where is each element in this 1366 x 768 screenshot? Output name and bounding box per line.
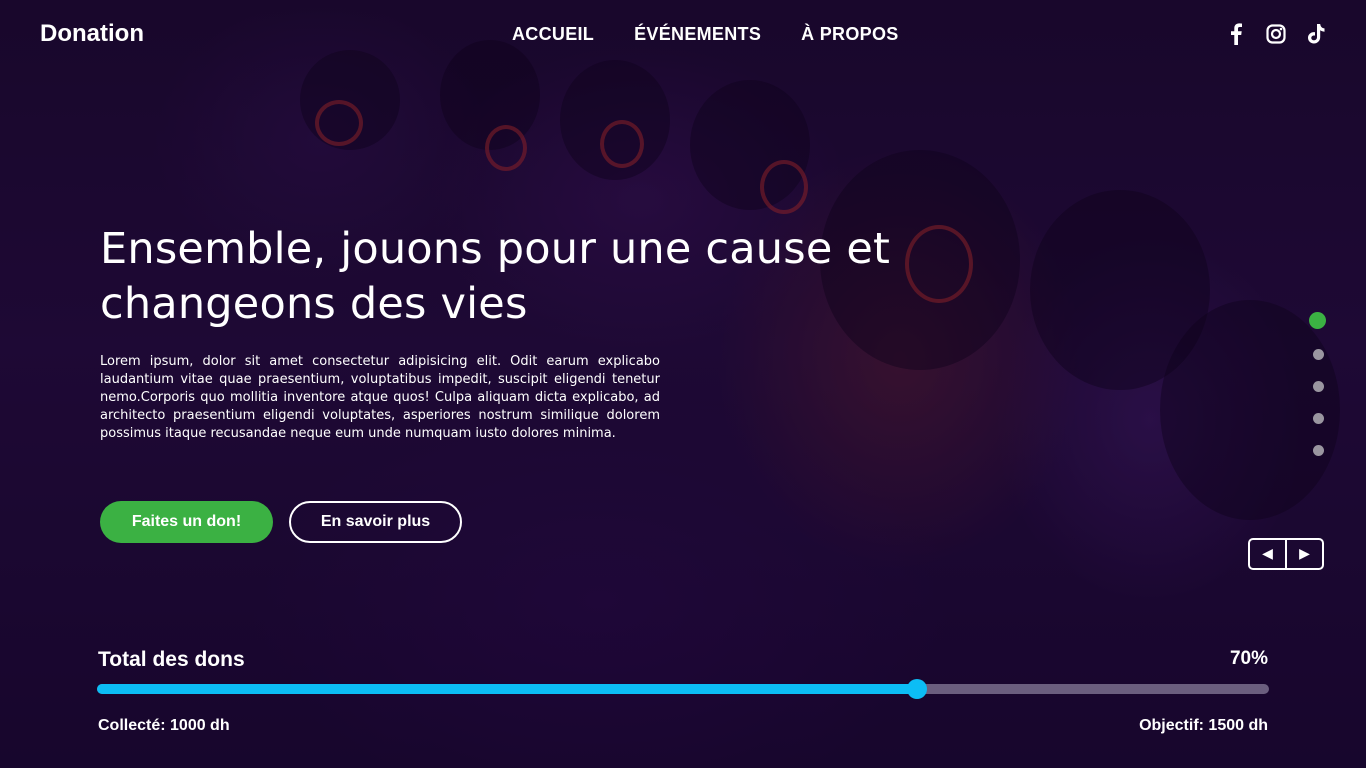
facebook-icon[interactable] bbox=[1224, 22, 1248, 46]
hero-title: Ensemble, jouons pour une cause et chang… bbox=[100, 222, 1000, 332]
slide-dot-1[interactable] bbox=[1309, 312, 1326, 329]
slider-arrows: ◀ ▶ bbox=[1248, 538, 1324, 570]
donation-progress-fill bbox=[97, 684, 918, 694]
slide-dot-2[interactable] bbox=[1313, 349, 1324, 360]
hero-content: Ensemble, jouons pour une cause et chang… bbox=[100, 222, 1000, 443]
hero-title-line-1: Ensemble, jouons pour une cause et bbox=[100, 224, 891, 274]
prev-arrow-icon[interactable]: ◀ bbox=[1250, 540, 1287, 568]
nav-link-evenements[interactable]: ÉVÉNEMENTS bbox=[634, 24, 761, 45]
donate-button[interactable]: Faites un don! bbox=[100, 501, 273, 543]
nav-link-accueil[interactable]: ACCUEIL bbox=[512, 24, 594, 45]
instagram-icon[interactable] bbox=[1264, 22, 1288, 46]
collected-amount: Collecté: 1000 dh bbox=[98, 717, 230, 734]
next-arrow-icon[interactable]: ▶ bbox=[1287, 540, 1322, 568]
main-nav: ACCUEIL ÉVÉNEMENTS À PROPOS bbox=[512, 24, 899, 45]
nav-link-a-propos[interactable]: À PROPOS bbox=[801, 24, 898, 45]
donations-percent: 70% bbox=[1229, 648, 1268, 669]
hero-buttons: Faites un don! En savoir plus bbox=[100, 501, 462, 543]
site-logo[interactable]: Donation bbox=[40, 20, 144, 48]
slide-dot-5[interactable] bbox=[1313, 445, 1324, 456]
hero-title-line-2: changeons des vies bbox=[100, 279, 528, 329]
hero-description: Lorem ipsum, dolor sit amet consectetur … bbox=[100, 354, 660, 441]
tiktok-icon[interactable] bbox=[1304, 22, 1328, 46]
site-header: Donation ACCUEIL ÉVÉNEMENTS À PROPOS bbox=[0, 0, 1366, 70]
donations-total-title: Total des dons bbox=[98, 648, 245, 671]
learn-more-button[interactable]: En savoir plus bbox=[289, 501, 462, 543]
slide-dot-3[interactable] bbox=[1313, 381, 1324, 392]
donation-progress-bar bbox=[97, 679, 1269, 699]
slide-dot-4[interactable] bbox=[1313, 413, 1324, 424]
social-links bbox=[1224, 22, 1328, 46]
goal-amount: Objectif: 1500 dh bbox=[1139, 717, 1268, 734]
